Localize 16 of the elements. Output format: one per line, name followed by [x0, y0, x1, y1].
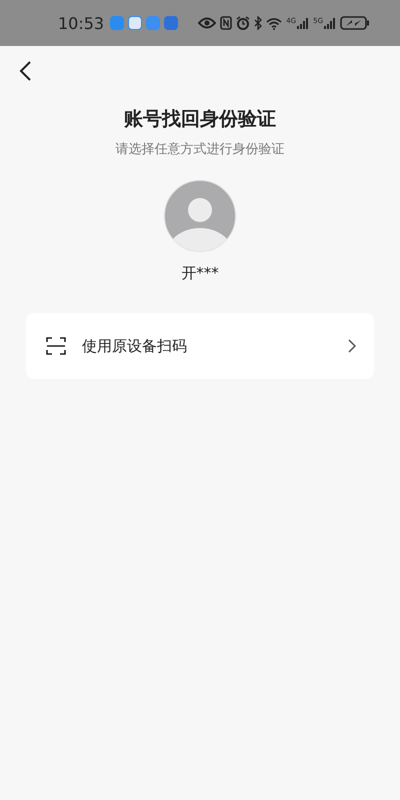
battery-icon — [340, 16, 370, 30]
avatar-icon — [164, 180, 236, 252]
status-time: 10:53 — [58, 14, 104, 32]
scan-option[interactable]: 使用原设备扫码 — [26, 313, 374, 379]
chevron-icon — [348, 339, 356, 353]
bluetooth-icon — [254, 16, 262, 30]
page-title: 账号找回身份验证 — [123, 107, 277, 132]
signal-icon — [297, 17, 310, 29]
signal-icon — [324, 17, 336, 29]
page-subtitle: 请选择任意方式进行身份验证 — [114, 141, 286, 158]
account-name: 开*** — [180, 264, 220, 283]
alarm-icon — [236, 16, 250, 30]
scan-icon — [46, 336, 66, 356]
wifi-icon — [266, 16, 282, 30]
nfc-icon — [220, 16, 232, 30]
eye-icon — [198, 17, 216, 29]
